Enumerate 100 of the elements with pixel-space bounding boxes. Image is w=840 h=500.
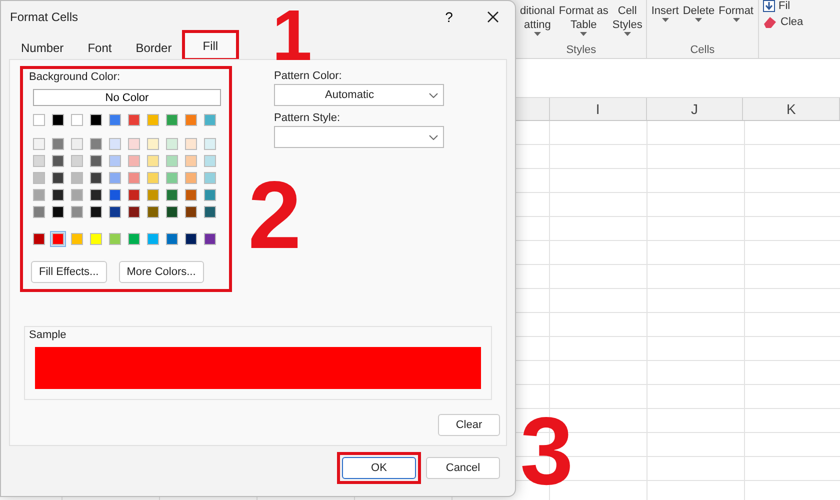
column-header[interactable]: K	[743, 98, 840, 120]
ribbon-button[interactable]: Delete	[682, 4, 715, 44]
tab[interactable]: Font	[76, 36, 124, 59]
color-swatch[interactable]	[69, 187, 85, 203]
color-swatch[interactable]	[107, 231, 123, 247]
step-number: 1	[272, 0, 312, 72]
color-swatch[interactable]	[126, 153, 142, 169]
tab[interactable]: Border	[124, 36, 184, 59]
color-swatch[interactable]	[164, 170, 180, 186]
ribbon-button[interactable]: Cell Styles	[612, 4, 642, 44]
ribbon-button[interactable]: Format	[718, 4, 754, 44]
ribbon-button[interactable]: Format as Table	[558, 4, 608, 44]
color-swatch[interactable]	[202, 170, 218, 186]
color-swatch[interactable]	[164, 112, 180, 128]
color-swatch[interactable]	[202, 136, 218, 152]
dialog-button[interactable]: Cancel	[426, 457, 500, 479]
color-swatch[interactable]	[50, 187, 66, 203]
color-swatch[interactable]	[183, 136, 199, 152]
color-swatch[interactable]	[88, 231, 104, 247]
color-swatch[interactable]	[202, 187, 218, 203]
clear-button[interactable]: Clear	[438, 414, 500, 436]
eraser-icon	[762, 16, 776, 28]
color-swatch[interactable]	[202, 231, 218, 247]
color-swatch[interactable]	[126, 136, 142, 152]
color-swatch[interactable]	[31, 112, 47, 128]
color-swatch[interactable]	[126, 231, 142, 247]
column-header[interactable]: I	[550, 98, 647, 120]
color-swatch[interactable]	[126, 187, 142, 203]
color-swatch[interactable]	[88, 170, 104, 186]
color-swatch[interactable]	[202, 153, 218, 169]
color-swatch[interactable]	[31, 231, 47, 247]
color-swatch[interactable]	[107, 153, 123, 169]
color-swatch[interactable]	[50, 231, 66, 247]
color-swatch[interactable]	[50, 204, 66, 220]
color-swatch[interactable]	[88, 204, 104, 220]
chevron-down-icon	[429, 92, 438, 98]
ribbon-button[interactable]: Fil	[762, 0, 804, 12]
color-swatch[interactable]	[50, 170, 66, 186]
color-swatch[interactable]	[107, 204, 123, 220]
color-swatch[interactable]	[183, 204, 199, 220]
color-swatch[interactable]	[31, 204, 47, 220]
color-swatch[interactable]	[107, 136, 123, 152]
ribbon-button[interactable]: Clea	[762, 16, 804, 28]
color-swatch[interactable]	[164, 231, 180, 247]
color-swatch[interactable]	[107, 170, 123, 186]
color-swatch[interactable]	[202, 204, 218, 220]
color-swatch[interactable]	[69, 170, 85, 186]
color-swatch[interactable]	[145, 187, 161, 203]
color-swatch[interactable]	[145, 153, 161, 169]
color-swatch[interactable]	[202, 112, 218, 128]
color-swatch[interactable]	[126, 112, 142, 128]
no-color-button[interactable]: No Color	[33, 89, 221, 106]
color-swatch[interactable]	[88, 136, 104, 152]
color-swatch[interactable]	[164, 153, 180, 169]
color-swatch[interactable]	[145, 112, 161, 128]
color-swatch[interactable]	[145, 170, 161, 186]
tab[interactable]: Number	[9, 36, 76, 59]
color-swatch[interactable]	[69, 231, 85, 247]
color-swatch[interactable]	[31, 170, 47, 186]
pattern-style-dropdown[interactable]	[274, 126, 444, 148]
color-swatch[interactable]	[88, 187, 104, 203]
color-swatch[interactable]	[31, 136, 47, 152]
color-swatch[interactable]	[69, 112, 85, 128]
field-label: Pattern Color:	[274, 70, 343, 82]
color-swatch[interactable]	[183, 153, 199, 169]
color-swatch[interactable]	[69, 153, 85, 169]
pattern-color-dropdown[interactable]: Automatic	[274, 84, 444, 106]
step-number: 2	[248, 168, 302, 264]
color-swatch[interactable]	[50, 153, 66, 169]
color-swatch[interactable]	[69, 136, 85, 152]
color-swatch[interactable]	[50, 136, 66, 152]
color-swatch[interactable]	[164, 187, 180, 203]
color-swatch[interactable]	[145, 204, 161, 220]
color-swatch[interactable]	[31, 187, 47, 203]
dialog-button[interactable]: More Colors...	[118, 261, 204, 283]
dialog-button[interactable]: OK	[342, 457, 416, 479]
color-swatch[interactable]	[88, 153, 104, 169]
color-swatch[interactable]	[50, 112, 66, 128]
color-swatch[interactable]	[183, 231, 199, 247]
help-button[interactable]: ?	[427, 1, 471, 33]
color-swatch[interactable]	[164, 136, 180, 152]
ribbon-button[interactable]: Insert	[651, 4, 679, 44]
color-swatch[interactable]	[145, 136, 161, 152]
color-swatch[interactable]	[145, 231, 161, 247]
color-swatch[interactable]	[183, 112, 199, 128]
ribbon-button[interactable]: ditional atting	[520, 4, 555, 44]
color-swatch[interactable]	[88, 112, 104, 128]
color-swatch[interactable]	[31, 153, 47, 169]
color-swatch[interactable]	[126, 170, 142, 186]
color-swatch[interactable]	[164, 204, 180, 220]
color-swatch[interactable]	[107, 187, 123, 203]
dialog-button[interactable]: Fill Effects...	[31, 261, 107, 283]
color-swatch[interactable]	[183, 187, 199, 203]
color-swatch[interactable]	[107, 112, 123, 128]
color-swatch[interactable]	[69, 204, 85, 220]
color-swatch[interactable]	[183, 170, 199, 186]
column-header[interactable]: J	[646, 98, 744, 120]
color-swatch[interactable]	[126, 204, 142, 220]
group-label: Sample	[29, 329, 66, 341]
tab[interactable]: Fill	[184, 32, 238, 59]
